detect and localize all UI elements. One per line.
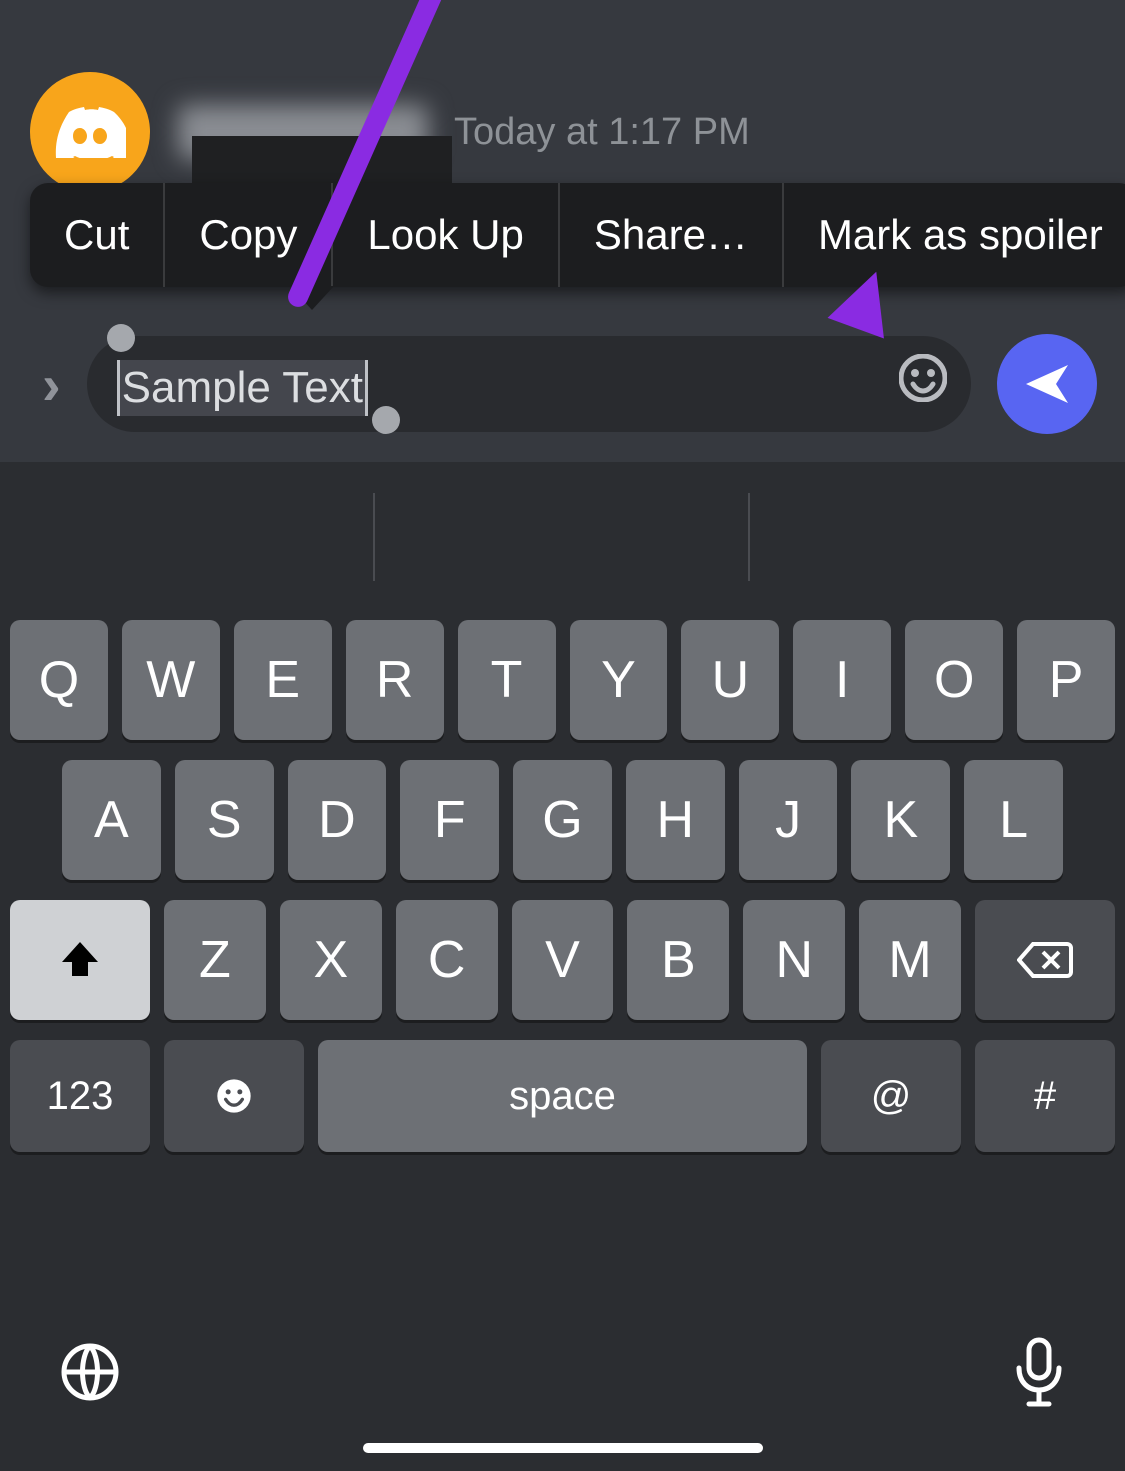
key-f[interactable]: F [400,760,499,880]
home-indicator[interactable] [363,1443,763,1453]
key-k[interactable]: K [851,760,950,880]
ctx-mark-spoiler[interactable]: Mark as spoiler [784,183,1125,287]
suggestion-slot-3[interactable] [750,493,1125,581]
key-w[interactable]: W [122,620,220,740]
keyboard-row-2: A S D F G H J K L [10,760,1115,880]
key-c[interactable]: C [396,900,498,1020]
key-p[interactable]: P [1017,620,1115,740]
ctx-lookup[interactable]: Look Up [333,183,559,287]
key-o[interactable]: O [905,620,1003,740]
key-emoji[interactable] [164,1040,304,1152]
key-space[interactable]: space [318,1040,807,1152]
key-j[interactable]: J [739,760,838,880]
emoji-icon [214,1076,254,1116]
key-n[interactable]: N [743,900,845,1020]
keyboard: Q W E R T Y U I O P A S D F G H J K [0,462,1125,1471]
globe-icon[interactable] [58,1340,122,1409]
avatar[interactable] [30,72,150,192]
key-g[interactable]: G [513,760,612,880]
mic-icon[interactable] [1011,1336,1067,1413]
message-input[interactable]: Sample Text [87,336,971,432]
message-input-row: › Sample Text [0,318,1125,450]
suggestion-slot-2[interactable] [375,493,750,581]
key-x[interactable]: X [280,900,382,1020]
keyboard-row-3: Z X C V B N M [10,900,1115,1020]
shift-icon [58,938,102,982]
selected-text[interactable]: Sample Text [117,360,368,416]
key-e[interactable]: E [234,620,332,740]
key-v[interactable]: V [512,900,614,1020]
key-backspace[interactable] [975,900,1115,1020]
key-r[interactable]: R [346,620,444,740]
suggestion-bar [0,462,1125,612]
ctx-cut[interactable]: Cut [30,183,165,287]
key-l[interactable]: L [964,760,1063,880]
key-a[interactable]: A [62,760,161,880]
selection-handle-end[interactable] [372,406,400,434]
key-hash[interactable]: # [975,1040,1115,1152]
key-shift[interactable] [10,900,150,1020]
key-numbers[interactable]: 123 [10,1040,150,1152]
key-i[interactable]: I [793,620,891,740]
key-y[interactable]: Y [570,620,668,740]
message-content-redacted [192,136,452,186]
expand-input-icon[interactable]: › [42,352,61,417]
key-z[interactable]: Z [164,900,266,1020]
key-b[interactable]: B [627,900,729,1020]
key-q[interactable]: Q [10,620,108,740]
key-at[interactable]: @ [821,1040,961,1152]
backspace-icon [1017,940,1073,980]
ctx-copy[interactable]: Copy [165,183,333,287]
key-d[interactable]: D [288,760,387,880]
send-button[interactable] [997,334,1097,434]
keyboard-row-1: Q W E R T Y U I O P [10,620,1115,740]
suggestion-slot-1[interactable] [0,493,375,581]
context-menu-tail [290,286,334,310]
key-m[interactable]: M [859,900,961,1020]
text-context-menu: Cut Copy Look Up Share… Mark as spoiler [30,183,1125,287]
send-icon [1022,359,1072,409]
selection-handle-start[interactable] [107,324,135,352]
emoji-picker-icon[interactable] [899,354,947,414]
discord-icon [54,106,126,158]
key-u[interactable]: U [681,620,779,740]
key-h[interactable]: H [626,760,725,880]
ctx-share[interactable]: Share… [560,183,784,287]
keyboard-row-4: 123 space @ # [10,1040,1115,1152]
message-timestamp: Today at 1:17 PM [454,111,750,154]
key-s[interactable]: S [175,760,274,880]
key-t[interactable]: T [458,620,556,740]
